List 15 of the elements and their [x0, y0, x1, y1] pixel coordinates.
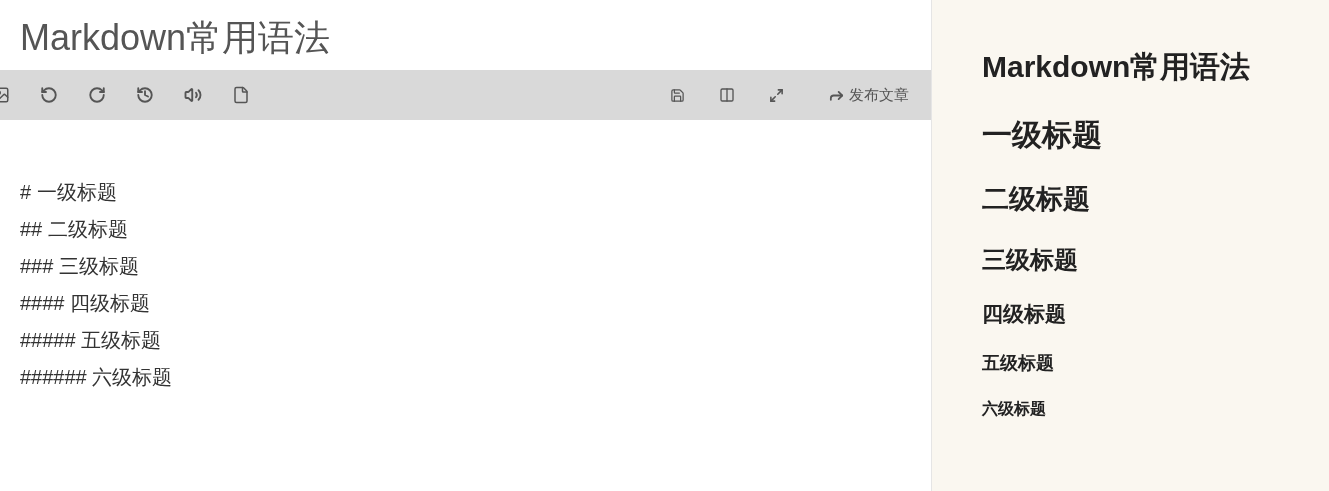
markdown-line: #### 四级标题 — [20, 291, 151, 316]
markdown-line: ### 三级标题 — [20, 254, 139, 279]
markdown-line: ## 二级标题 — [20, 217, 128, 242]
preview-heading: Markdown常用语法 — [982, 49, 1251, 85]
preview-heading: 一级标题 — [982, 116, 1102, 153]
preview-heading: 三级标题 — [982, 244, 1078, 275]
publish-button[interactable]: 发布文章 — [828, 83, 909, 107]
preview-heading: 二级标题 — [982, 183, 1090, 216]
preview-heading: 四级标题 — [982, 300, 1066, 327]
markdown-line: ##### 五级标题 — [20, 328, 162, 353]
preview-heading: 五级标题 — [982, 352, 1054, 375]
document-title: Markdown常用语法 — [19, 16, 332, 60]
markdown-line: ###### 六级标题 — [20, 365, 173, 390]
preview-heading: 六级标题 — [982, 398, 1046, 419]
markdown-line: # 一级标题 — [20, 180, 117, 205]
